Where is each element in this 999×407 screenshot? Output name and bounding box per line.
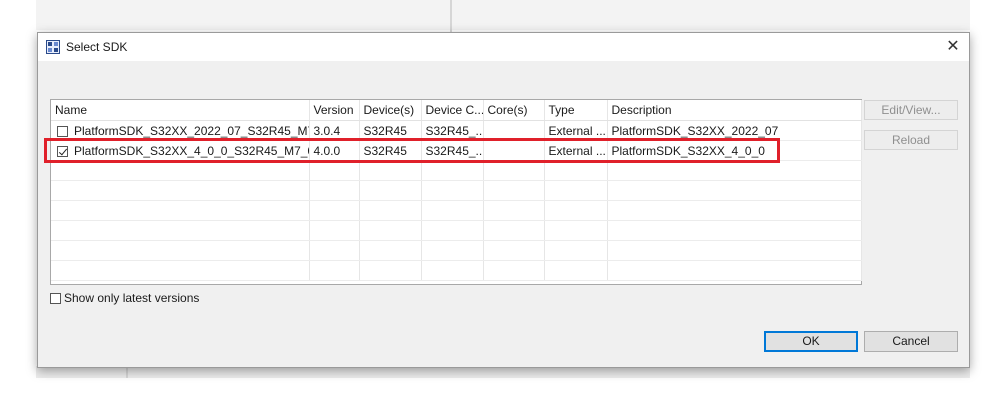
- row-checkbox-checked[interactable]: [57, 145, 68, 157]
- sdk-name: PlatformSDK_S32XX_2022_07_S32R45_M7_0: [74, 123, 309, 138]
- cell-cores: [483, 120, 545, 141]
- cell-description: PlatformSDK_S32XX_4_0_0: [607, 140, 862, 161]
- cell-version: 3.0.4: [309, 120, 360, 141]
- show-latest-option[interactable]: Show only latest versions: [50, 291, 199, 305]
- column-header-description[interactable]: Description: [607, 100, 862, 121]
- sdk-app-icon: [46, 40, 60, 54]
- cancel-button[interactable]: Cancel: [864, 331, 958, 352]
- cell-type: External ...: [544, 140, 608, 161]
- row-checkbox[interactable]: [57, 125, 68, 137]
- cell-device-c: S32R45_...: [421, 120, 484, 141]
- empty-row: [51, 180, 862, 201]
- select-sdk-dialog: Select SDK ✕ Name Version Device(s) Devi…: [37, 32, 970, 368]
- column-header-type[interactable]: Type: [544, 100, 608, 121]
- column-header-name[interactable]: Name: [51, 100, 310, 121]
- empty-row: [51, 260, 862, 281]
- column-header-device-c[interactable]: Device C...: [421, 100, 484, 121]
- ok-button[interactable]: OK: [764, 331, 858, 352]
- sdk-name: PlatformSDK_S32XX_4_0_0_S32R45_M7_0: [74, 143, 309, 158]
- cell-name: PlatformSDK_S32XX_2022_07_S32R45_M7_0: [51, 120, 310, 141]
- column-header-cores[interactable]: Core(s): [483, 100, 545, 121]
- cell-type: External ...: [544, 120, 608, 141]
- column-header-version[interactable]: Version: [309, 100, 360, 121]
- dialog-titlebar: Select SDK ✕: [38, 33, 969, 61]
- table-header-row: Name Version Device(s) Device C... Core(…: [51, 100, 862, 121]
- reload-button[interactable]: Reload: [864, 130, 958, 150]
- table-row[interactable]: PlatformSDK_S32XX_4_0_0_S32R45_M7_0 4.0.…: [51, 140, 862, 161]
- empty-row: [51, 240, 862, 261]
- empty-row: [51, 200, 862, 221]
- cell-name: PlatformSDK_S32XX_4_0_0_S32R45_M7_0: [51, 140, 310, 161]
- show-latest-label: Show only latest versions: [64, 291, 200, 305]
- background-window-top: [36, 0, 970, 30]
- cell-device-c: S32R45_...: [421, 140, 484, 161]
- close-icon[interactable]: ✕: [943, 37, 963, 57]
- show-latest-checkbox[interactable]: [50, 293, 61, 304]
- column-header-devices[interactable]: Device(s): [359, 100, 422, 121]
- cell-devices: S32R45: [359, 140, 422, 161]
- table-row[interactable]: PlatformSDK_S32XX_2022_07_S32R45_M7_0 3.…: [51, 120, 862, 141]
- empty-row: [51, 220, 862, 241]
- sdk-table[interactable]: Name Version Device(s) Device C... Core(…: [50, 99, 862, 285]
- cell-cores: [483, 140, 545, 161]
- cell-description: PlatformSDK_S32XX_2022_07: [607, 120, 862, 141]
- cell-devices: S32R45: [359, 120, 422, 141]
- edit-view-button[interactable]: Edit/View...: [864, 100, 958, 120]
- cell-version: 4.0.0: [309, 140, 360, 161]
- empty-row: [51, 160, 862, 181]
- dialog-title: Select SDK: [66, 40, 128, 54]
